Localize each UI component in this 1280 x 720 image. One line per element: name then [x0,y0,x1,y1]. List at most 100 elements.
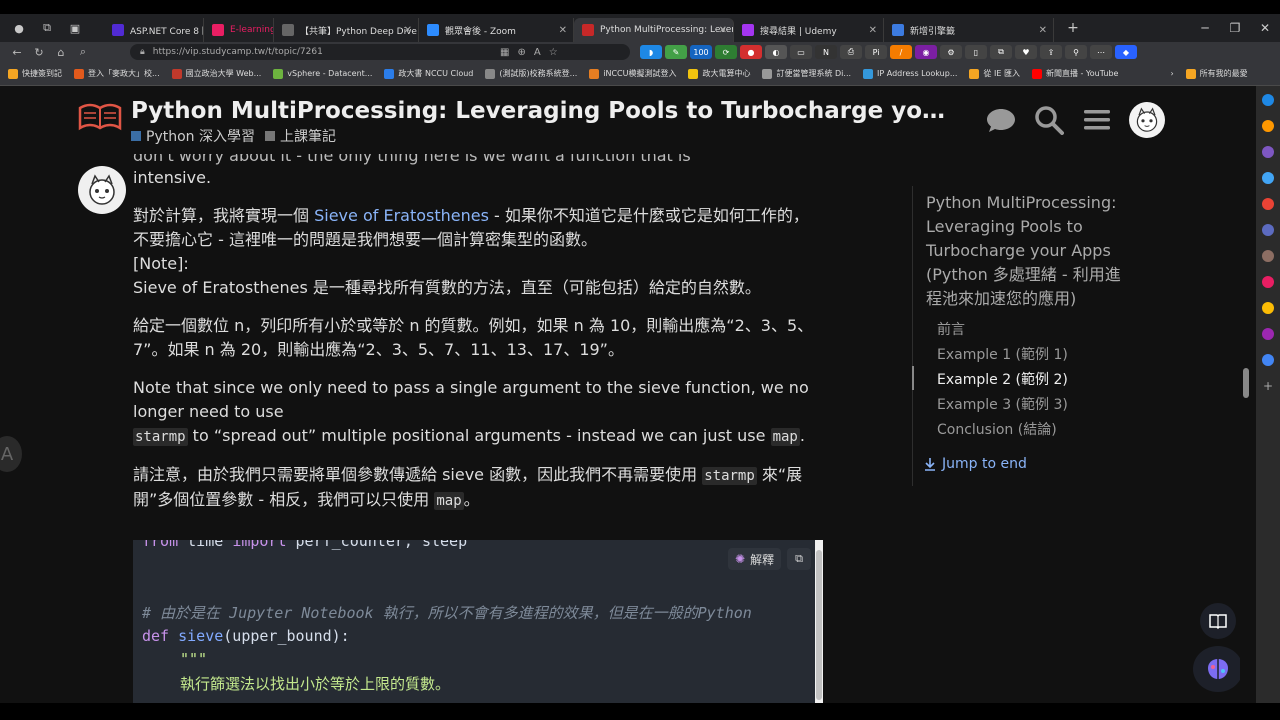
close-window-icon[interactable]: ✕ [1250,21,1280,35]
toc-title[interactable]: Python MultiProcessing: Leveraging Pools… [926,191,1136,311]
profile-icon[interactable]: ● [10,19,28,37]
edge-sidebar-icon[interactable] [1262,94,1274,106]
extension-icon[interactable]: ▯ [965,45,987,59]
bookmark-item[interactable]: IP Address Lookup... [863,68,957,79]
edge-sidebar-icon[interactable] [1262,276,1274,288]
scroll-thumb[interactable] [1243,368,1249,398]
extension-icon[interactable]: ⚙ [940,45,962,59]
toc-item[interactable]: Example 3 (範例 3) [937,394,1068,414]
favorite-icon[interactable]: ☆ [549,47,558,58]
copilot-icon[interactable]: ◆ [1115,45,1137,59]
extension-icon[interactable]: 100 [690,45,712,59]
restore-icon[interactable]: ❐ [1220,21,1250,35]
bookmark-item[interactable]: 政大書 NCCU Cloud [384,68,473,79]
bookmark-item[interactable]: vSphere - Datacent... [273,68,372,79]
browser-tab[interactable]: ASP.NET Core 8 開發手 [104,18,204,42]
extension-icon[interactable]: ⧉ [990,45,1012,59]
copy-icon[interactable]: ⧉ [787,548,812,570]
toc-item[interactable]: Example 1 (範例 1) [937,344,1068,364]
ai-assistant-icon[interactable] [1193,646,1243,692]
workspaces-icon[interactable]: ⧉ [38,19,56,37]
edge-sidebar-icon[interactable] [1262,302,1274,314]
reader-mode-icon[interactable] [1200,603,1236,639]
back-icon[interactable]: ← [6,46,28,59]
category-link[interactable]: Python 深入學習 [146,126,255,146]
edge-sidebar-icon[interactable] [1262,172,1274,184]
edge-sidebar-icon[interactable] [1262,120,1274,132]
home-icon[interactable]: ⌂ [50,46,72,59]
extension-icon[interactable]: ⇪ [1040,45,1062,59]
edge-sidebar-icon[interactable] [1262,328,1274,340]
read-aloud-icon[interactable]: A [534,47,541,58]
tab-actions-icon[interactable]: ▣ [66,19,84,37]
extension-icon[interactable]: ✎ [665,45,687,59]
chat-icon[interactable] [985,104,1017,136]
bookmark-item[interactable]: 訂便當管理系統 Di... [762,68,851,79]
jump-to-end-link[interactable]: Jump to end [924,456,1027,472]
browser-tab[interactable]: 觀眾會後 - Zoom ✕ [419,18,574,42]
browser-tab[interactable]: 【共筆】Python Deep Dive 延伸✕ [274,18,419,42]
extension-icon[interactable]: ▭ [790,45,812,59]
book-logo-icon[interactable] [78,100,122,132]
sieve-link[interactable]: Sieve of Eratosthenes [314,206,489,225]
minimize-icon[interactable]: ─ [1190,21,1220,35]
reload-icon[interactable]: ↻ [28,46,50,59]
bookmark-item[interactable]: 從 IE 匯入 [969,68,1020,79]
toc-item-active[interactable]: Example 2 (範例 2) [937,369,1068,389]
extension-icon[interactable]: ◗ [640,45,662,59]
search-icon[interactable]: ⌕ [72,45,94,59]
extension-icon[interactable]: Pi [865,45,887,59]
close-tab-icon[interactable]: ✕ [1039,25,1047,36]
edge-sidebar-icon[interactable] [1262,146,1274,158]
bookmark-item[interactable]: 新聞直播 - YouTube [1031,68,1118,79]
edge-sidebar-icon[interactable] [1262,198,1274,210]
browser-tab[interactable]: 搜尋結果 | Udemy ✕ [734,18,884,42]
bookmark-item[interactable]: 所有我的最愛 [1185,68,1248,79]
tag-link[interactable]: 上課筆記 [280,126,336,146]
hamburger-menu-icon[interactable] [1081,104,1113,136]
bookmarks-overflow-icon[interactable]: › [1170,69,1173,78]
edge-sidebar-icon[interactable] [1262,354,1274,366]
zoom-icon[interactable]: ⊕ [517,47,525,58]
grid-icon[interactable]: ▦ [500,47,509,58]
scroll-thumb[interactable] [816,550,822,700]
extension-icon[interactable]: / [890,45,912,59]
close-tab-icon[interactable]: ✕ [404,25,412,36]
search-icon[interactable] [1033,104,1065,136]
code-block[interactable]: from time import perf_counter, sleep # 由… [133,540,823,703]
bookmark-item[interactable]: 政大電算中心 [688,68,750,79]
user-avatar[interactable] [1129,102,1165,138]
extension-icon[interactable]: ◉ [915,45,937,59]
extension-icon[interactable]: ⟳ [715,45,737,59]
browser-tab[interactable]: E-learning [204,18,274,42]
new-tab-icon[interactable]: + [1064,19,1082,37]
extension-icon[interactable]: ♥ [1015,45,1037,59]
explain-button[interactable]: ✺ 解釋 [728,548,782,570]
page-scrollbar[interactable] [1240,86,1256,703]
browser-tab[interactable]: 新增引擎籤 ✕ [884,18,1054,42]
edge-sidebar-icon[interactable] [1262,224,1274,236]
bookmark-item[interactable]: iNCCU模擬測試登入 [589,68,676,79]
extension-icon[interactable]: ◐ [765,45,787,59]
code-scrollbar[interactable] [815,540,823,703]
toc-item[interactable]: Conclusion (結論) [937,419,1057,439]
close-tab-icon[interactable]: ✕ [559,25,567,36]
extension-icon[interactable]: ● [740,45,762,59]
add-icon[interactable]: + [1262,380,1274,392]
bookmark-item[interactable]: 國立政治大學 Web... [171,68,261,79]
accessibility-icon[interactable]: A [0,436,22,472]
extension-icon[interactable]: N [815,45,837,59]
author-avatar[interactable] [78,166,126,214]
toc-item[interactable]: 前言 [937,319,965,339]
extension-icon[interactable]: ⚲ [1065,45,1087,59]
close-tab-icon[interactable]: ✕ [869,25,877,36]
edge-sidebar-icon[interactable] [1262,250,1274,262]
extension-icon[interactable]: ⎙ [840,45,862,59]
browser-tab-active[interactable]: Python MultiProcessing: Leverag ✕ [574,18,734,42]
bookmark-item[interactable]: (測試版)校務系統登... [485,68,577,79]
bookmark-item[interactable]: 登入「麥政大」校... [74,68,160,79]
extension-icon[interactable]: ⋯ [1090,45,1112,59]
topic-title[interactable]: Python MultiProcessing: Leveraging Pools… [131,98,945,124]
bookmark-item[interactable]: 快捷簽到記 [8,68,62,79]
close-tab-icon[interactable]: ✕ [719,25,727,36]
